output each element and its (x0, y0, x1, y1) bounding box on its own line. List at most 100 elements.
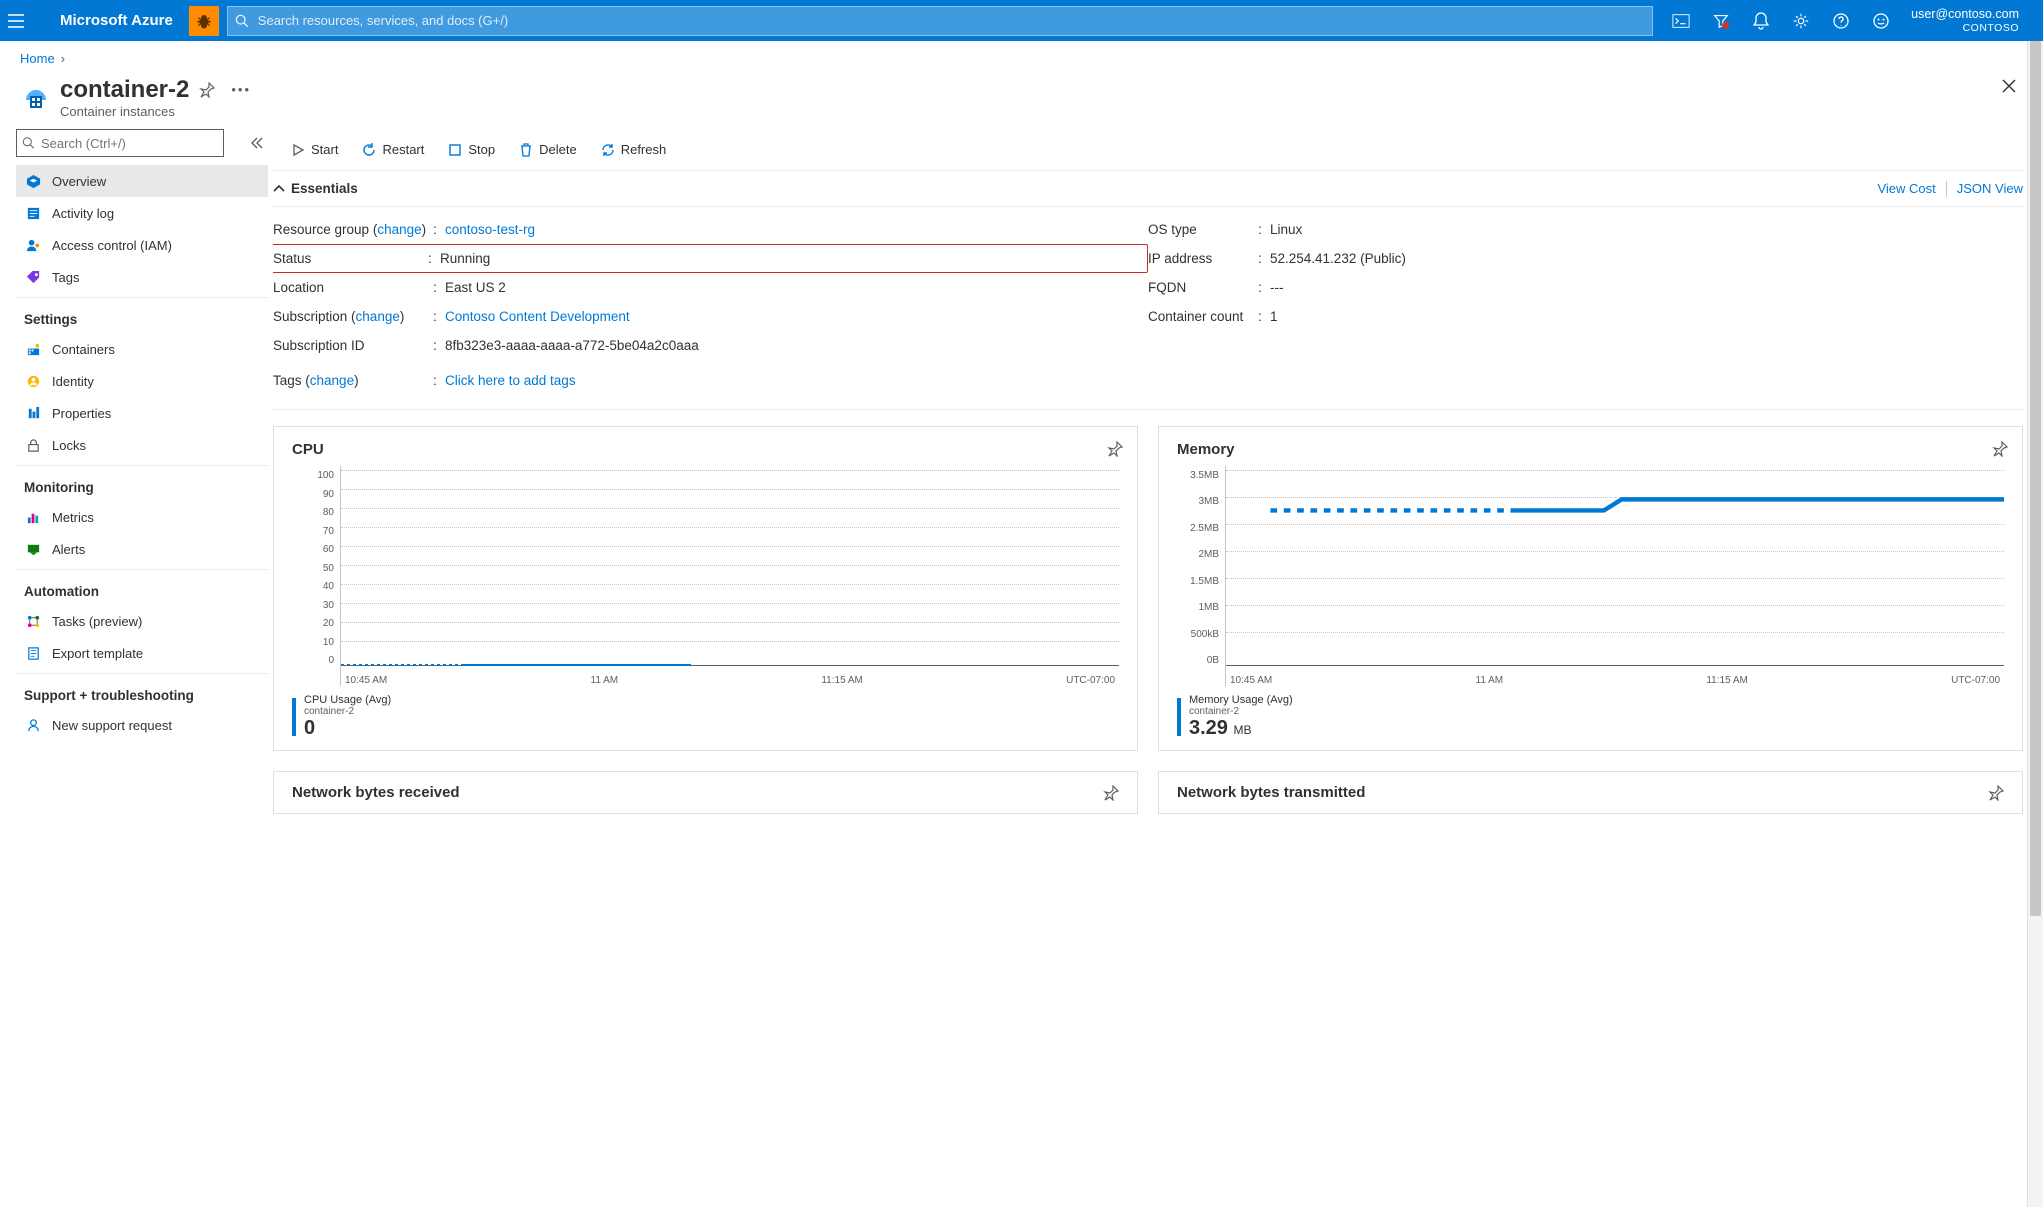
sidebar-item-label: Activity log (52, 206, 114, 221)
os-type-value: Linux (1270, 222, 2023, 237)
sidebar-heading-support: Support + troubleshooting (16, 673, 268, 709)
help-button[interactable] (1821, 0, 1861, 41)
command-bar: Start Restart Stop Delete Refresh (273, 129, 2023, 171)
cpu-chart-area[interactable]: 1009080706050403020100 (292, 466, 1119, 686)
refresh-icon (601, 143, 615, 157)
lock-icon (24, 438, 42, 453)
alerts-icon (24, 542, 42, 557)
sidebar-item-tags[interactable]: Tags (16, 261, 268, 293)
sidebar-item-export-template[interactable]: Export template (16, 637, 268, 669)
pin-icon (1103, 785, 1119, 801)
hamburger-menu-button[interactable] (8, 14, 48, 28)
memory-chart-title: Memory (1177, 441, 2004, 458)
delete-button[interactable]: Delete (507, 129, 589, 171)
account-tenant: CONTOSO (1911, 22, 2019, 35)
activity-log-icon (24, 206, 42, 221)
search-icon (235, 14, 249, 28)
change-sub-link[interactable]: change (356, 309, 400, 324)
account-email: user@contoso.com (1911, 7, 2019, 22)
pin-memory-chart-button[interactable] (1992, 441, 2008, 457)
sidebar-search-input[interactable] (16, 129, 224, 157)
cpu-chart-title: CPU (292, 441, 1119, 458)
top-icon-bar (1661, 0, 1901, 41)
restart-button[interactable]: Restart (350, 129, 436, 171)
change-tags-link[interactable]: change (310, 373, 354, 388)
ip-address-value: 52.254.41.232 (Public) (1270, 251, 2023, 266)
identity-icon (24, 374, 42, 389)
pin-cpu-chart-button[interactable] (1107, 441, 1123, 457)
account-block[interactable]: user@contoso.com CONTOSO (1901, 7, 2035, 35)
refresh-button[interactable]: Refresh (589, 129, 679, 171)
label-os-type: OS type (1148, 222, 1258, 237)
sidebar-item-overview[interactable]: Overview (16, 165, 268, 197)
cloud-shell-button[interactable] (1661, 0, 1701, 41)
more-actions-button[interactable]: ••• (231, 82, 251, 97)
search-icon (22, 137, 35, 150)
sidebar-item-metrics[interactable]: Metrics (16, 501, 268, 533)
sidebar-heading-automation: Automation (16, 569, 268, 605)
sidebar-item-properties[interactable]: Properties (16, 397, 268, 429)
stop-button[interactable]: Stop (436, 129, 507, 171)
support-icon (24, 718, 42, 733)
container-instance-icon (20, 80, 52, 112)
collapse-sidebar-button[interactable] (246, 133, 268, 153)
status-row-highlighted: Status : Running (272, 244, 1148, 273)
sidebar-item-activity-log[interactable]: Activity log (16, 197, 268, 229)
sidebar-item-access-control[interactable]: Access control (IAM) (16, 229, 268, 261)
network-rx-card[interactable]: Network bytes received (273, 771, 1138, 814)
sidebar-item-label: Locks (52, 438, 86, 453)
sidebar-item-label: Tasks (preview) (52, 614, 142, 629)
breadcrumb: Home › (0, 41, 2043, 72)
essentials-header: Essentials View Cost JSON View (273, 171, 2023, 207)
play-icon (291, 143, 305, 157)
memory-chart-area[interactable]: 3.5MB3MB2.5MB2MB1.5MB1MB500kB0B (1177, 466, 2004, 686)
vertical-scrollbar[interactable] (2027, 41, 2043, 1207)
preview-bug-badge[interactable] (189, 6, 219, 36)
resource-type-subtitle: Container instances (60, 104, 189, 119)
feedback-button[interactable] (1861, 0, 1901, 41)
sidebar-item-label: New support request (52, 718, 172, 733)
label-status: Status (273, 251, 428, 266)
essentials-toggle[interactable]: Essentials (273, 181, 358, 196)
sidebar-item-locks[interactable]: Locks (16, 429, 268, 461)
start-button[interactable]: Start (279, 129, 350, 171)
directory-filter-button[interactable] (1701, 0, 1741, 41)
json-view-link[interactable]: JSON View (1957, 181, 2023, 196)
resource-group-link[interactable]: contoso-test-rg (445, 222, 535, 237)
sidebar-heading-monitoring: Monitoring (16, 465, 268, 501)
sidebar-search-row (16, 129, 268, 157)
breadcrumb-home-link[interactable]: Home (20, 51, 55, 66)
cpu-chart-card: CPU 1009080706050403020100 (273, 426, 1138, 751)
label-location: Location (273, 280, 433, 295)
subscription-link[interactable]: Contoso Content Development (445, 309, 630, 324)
close-blade-button[interactable] (2001, 78, 2017, 94)
settings-button[interactable] (1781, 0, 1821, 41)
divider (1946, 181, 1947, 197)
add-tags-link[interactable]: Click here to add tags (445, 373, 576, 388)
label-fqdn: FQDN (1148, 280, 1258, 295)
scrollbar-thumb[interactable] (2030, 41, 2041, 916)
status-value: Running (440, 251, 1143, 266)
memory-x-axis: 10:45 AM11 AM11:15 AMUTC-07:00 (1226, 675, 2004, 686)
metrics-icon (24, 510, 42, 525)
sidebar-item-label: Access control (IAM) (52, 238, 172, 253)
label-tags: Tags (change) (273, 373, 433, 388)
sidebar-item-new-support-request[interactable]: New support request (16, 709, 268, 741)
brand-label[interactable]: Microsoft Azure (48, 12, 185, 29)
label-resource-group: Resource group (change) (273, 222, 433, 237)
sidebar-item-tasks[interactable]: Tasks (preview) (16, 605, 268, 637)
sidebar-item-label: Properties (52, 406, 111, 421)
notifications-button[interactable] (1741, 0, 1781, 41)
sidebar-item-alerts[interactable]: Alerts (16, 533, 268, 565)
sidebar-item-label: Overview (52, 174, 106, 189)
memory-y-axis: 3.5MB3MB2.5MB2MB1.5MB1MB500kB0B (1177, 466, 1225, 686)
chevron-up-icon (273, 184, 285, 194)
sidebar-item-containers[interactable]: Containers (16, 333, 268, 365)
view-cost-link[interactable]: View Cost (1877, 181, 1935, 196)
sidebar-item-identity[interactable]: Identity (16, 365, 268, 397)
change-rg-link[interactable]: change (377, 222, 421, 237)
pin-resource-button[interactable] (199, 82, 215, 98)
global-search-input[interactable] (227, 6, 1653, 36)
label-subscription-id: Subscription ID (273, 338, 433, 353)
iam-icon (24, 238, 42, 253)
